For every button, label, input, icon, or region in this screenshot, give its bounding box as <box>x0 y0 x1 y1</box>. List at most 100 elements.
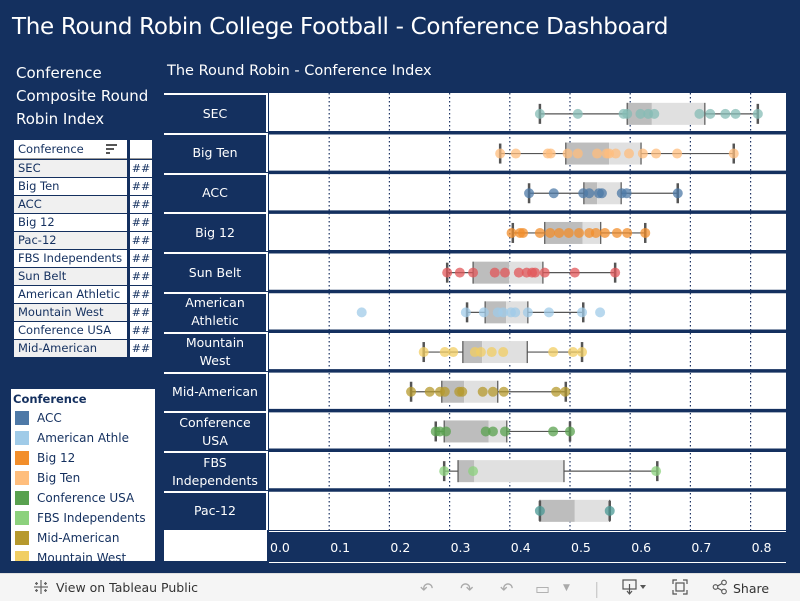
legend-item[interactable]: Mountain West <box>11 548 155 561</box>
legend-item[interactable]: Conference USA <box>11 488 155 508</box>
data-point <box>599 227 610 238</box>
legend-swatch <box>15 511 29 525</box>
index-value-cell[interactable]: ## <box>130 214 152 231</box>
conference-cell[interactable]: ACC <box>14 196 127 213</box>
data-point <box>720 108 731 119</box>
conference-cell[interactable]: Sun Belt <box>14 268 127 285</box>
data-point <box>356 307 367 318</box>
data-point <box>486 347 497 358</box>
footer-toolbar: View on Tableau Public ↶ ↷ ↶ ▭ ▼ | Share <box>0 573 800 601</box>
conference-cell[interactable]: Conference USA <box>14 322 127 339</box>
table-row[interactable]: Sun Belt ## <box>14 268 154 285</box>
data-point <box>534 227 545 238</box>
data-point <box>530 267 541 278</box>
data-point <box>622 108 633 119</box>
chart-title: The Round Robin - Conference Index <box>167 63 432 79</box>
conference-cell[interactable]: Big 12 <box>14 214 127 231</box>
row-label: ACC <box>164 172 268 212</box>
redo-icon[interactable]: ↷ <box>460 579 473 598</box>
share-button[interactable]: Share <box>712 579 769 598</box>
table-row[interactable]: Big 12 ## <box>14 214 154 231</box>
data-point <box>672 148 683 159</box>
data-point <box>539 267 550 278</box>
legend-item[interactable]: FBS Independents <box>11 508 155 528</box>
index-value-cell[interactable]: ## <box>130 160 152 177</box>
table-row[interactable]: SEC ## <box>14 160 154 177</box>
row-label: Sun Belt <box>164 252 268 292</box>
data-point <box>610 148 621 159</box>
legend-item[interactable]: ACC <box>11 408 155 428</box>
row-label: Big 12 <box>164 212 268 252</box>
legend-swatch <box>15 451 29 465</box>
index-value-cell[interactable]: ## <box>130 268 152 285</box>
index-value-cell[interactable]: ## <box>130 196 152 213</box>
index-value-cell[interactable]: ## <box>130 250 152 267</box>
data-point <box>590 227 601 238</box>
conference-column-header[interactable]: Conference <box>14 140 127 159</box>
table-row[interactable]: Big Ten ## <box>14 178 154 195</box>
legend-label: Mid-American <box>37 531 120 545</box>
legend-item[interactable]: Big Ten <box>11 468 155 488</box>
data-point <box>499 267 510 278</box>
index-value-cell[interactable]: ## <box>130 232 152 249</box>
conference-cell[interactable]: Mountain West <box>14 304 127 321</box>
row-label: SEC <box>164 93 268 132</box>
data-point <box>621 188 632 199</box>
data-point <box>477 386 488 397</box>
data-point <box>478 307 489 318</box>
legend-swatch <box>15 551 29 561</box>
revert-icon[interactable]: ↶ <box>500 579 513 598</box>
row-label: Mountain West <box>164 331 268 371</box>
refresh-icon[interactable]: ▭ <box>535 579 550 598</box>
refresh-dropdown-icon[interactable]: ▼ <box>563 583 570 593</box>
conference-cell[interactable]: Pac-12 <box>14 232 127 249</box>
table-row[interactable]: Mountain West ## <box>14 304 154 321</box>
index-value-cell[interactable]: ## <box>130 286 152 303</box>
conference-cell[interactable]: SEC <box>14 160 127 177</box>
undo-icon[interactable]: ↶ <box>420 579 433 598</box>
sort-descending-icon[interactable] <box>106 144 117 154</box>
legend-item[interactable]: Big 12 <box>11 448 155 468</box>
data-point <box>548 426 559 437</box>
data-point <box>424 386 435 397</box>
conference-cell[interactable]: Big Ten <box>14 178 127 195</box>
table-row[interactable]: Mid-American ## <box>14 340 154 357</box>
data-point <box>565 426 575 437</box>
data-point <box>440 426 451 437</box>
table-row[interactable]: Pac-12 ## <box>14 232 154 249</box>
index-value-cell[interactable]: ## <box>130 178 152 195</box>
legend-item[interactable]: Mid-American <box>11 528 155 548</box>
data-point <box>439 466 450 477</box>
conference-cell[interactable]: FBS Independents <box>14 250 127 267</box>
row-label: Mid-American <box>164 371 268 411</box>
data-point <box>487 386 498 397</box>
data-point <box>569 267 580 278</box>
download-icon[interactable] <box>622 579 648 599</box>
legend-swatch <box>15 491 29 505</box>
table-row[interactable]: ACC ## <box>14 196 154 213</box>
sidebar-title: Conference Composite Round Robin Index <box>16 64 149 128</box>
conference-cell[interactable]: Mid-American <box>14 340 127 357</box>
data-point <box>454 267 465 278</box>
index-value-cell[interactable]: ## <box>130 340 152 357</box>
legend-swatch <box>15 531 29 545</box>
view-on-tableau-public-link[interactable]: View on Tableau Public <box>33 579 198 595</box>
box-plot-chart <box>269 93 786 530</box>
table-row[interactable]: Conference USA ## <box>14 322 154 339</box>
data-point <box>489 267 500 278</box>
x-tick-label: 0.4 <box>510 540 531 555</box>
dashboard-title: The Round Robin College Football - Confe… <box>12 14 669 40</box>
data-point <box>418 347 429 358</box>
index-value-cell[interactable]: ## <box>130 304 152 321</box>
fullscreen-icon[interactable] <box>672 579 688 599</box>
conference-cell[interactable]: American Athletic <box>14 286 127 303</box>
table-row[interactable]: American Athletic ## <box>14 286 154 303</box>
legend-swatch <box>15 471 29 485</box>
index-value-cell[interactable]: ## <box>130 322 152 339</box>
table-row[interactable]: FBS Independents ## <box>14 250 154 267</box>
legend-item[interactable]: American Athle <box>11 428 155 448</box>
legend-label: Big 12 <box>37 451 76 465</box>
data-point <box>468 267 479 278</box>
x-tick-label: 0.2 <box>390 540 411 555</box>
data-point <box>637 148 648 159</box>
